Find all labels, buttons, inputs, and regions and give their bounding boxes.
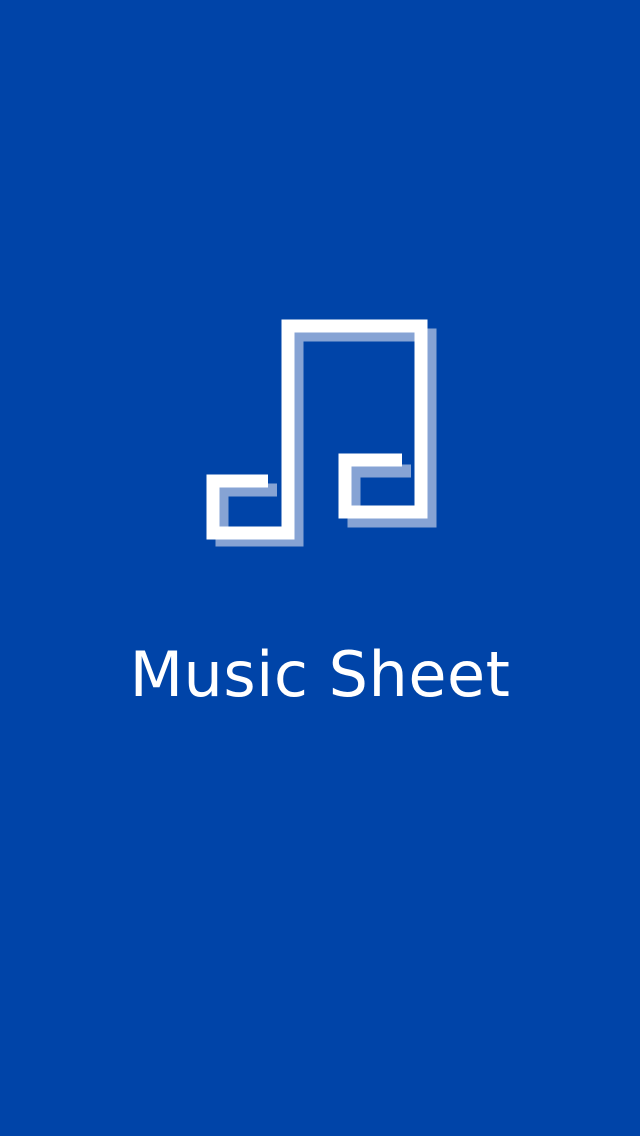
- app-title: Music Sheet: [129, 638, 511, 711]
- music-note-glyph: [206, 319, 428, 540]
- music-note-icon: [206, 319, 437, 547]
